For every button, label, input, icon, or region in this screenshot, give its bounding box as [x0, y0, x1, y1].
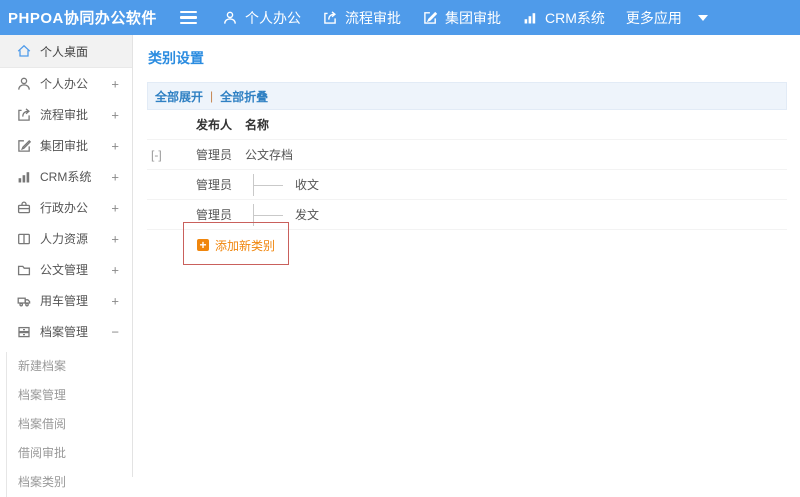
- topbar-nav: 个人办公 流程审批 集团审批 CRM系统 更多应用: [222, 8, 708, 28]
- sidebar-item-personal-office[interactable]: 个人办公 +: [0, 68, 132, 99]
- sidebar-item-label: 用车管理: [40, 294, 89, 308]
- archive-icon: [16, 324, 32, 340]
- nav-label: CRM系统: [545, 9, 605, 26]
- sidebar-item-document-management[interactable]: 公文管理 +: [0, 254, 132, 285]
- submenu-item-new-archive[interactable]: 新建档案: [7, 352, 132, 381]
- nav-label: 流程审批: [345, 9, 401, 26]
- add-category-row: + 添加新类别: [147, 230, 787, 260]
- submenu-item-borrow-approval[interactable]: 借阅审批: [7, 439, 132, 468]
- expand-plus-icon[interactable]: +: [111, 76, 119, 91]
- sidebar-item-human-resources[interactable]: 人力资源 +: [0, 223, 132, 254]
- table-header-row: 发布人 名称: [147, 110, 787, 140]
- publisher-cell: 管理员: [196, 208, 233, 222]
- topbar-nav-group-approval[interactable]: 集团审批: [422, 8, 501, 28]
- publisher-cell: 管理员: [196, 148, 233, 162]
- sidebar: 个人桌面 个人办公 + 流程审批 + 集团审批 + CRM系统 + 行政办公 +…: [0, 35, 133, 497]
- hamburger-menu-icon[interactable]: [180, 10, 197, 25]
- flow-icon: [16, 107, 32, 123]
- edit-icon: [422, 10, 438, 26]
- category-table: 发布人 名称 [-] 管理员 公文存档 管理员 收文 管理员 发文 + 添加新类…: [147, 110, 787, 260]
- topbar-nav-personal-office[interactable]: 个人办公: [222, 8, 301, 28]
- expand-plus-icon[interactable]: +: [111, 138, 119, 153]
- chart-icon: [16, 169, 32, 185]
- sidebar-item-personal-desktop[interactable]: 个人桌面: [0, 35, 132, 68]
- expand-plus-icon[interactable]: +: [111, 262, 119, 277]
- expand-plus-icon[interactable]: +: [111, 231, 119, 246]
- publisher-cell: 管理员: [196, 178, 233, 192]
- book-icon: [16, 231, 32, 247]
- category-name-cell[interactable]: 收文: [295, 176, 319, 193]
- expand-plus-icon[interactable]: +: [111, 107, 119, 122]
- sidebar-item-vehicle-management[interactable]: 用车管理 +: [0, 285, 132, 316]
- tree-branch-line: [245, 200, 287, 230]
- submenu-item-archive-category[interactable]: 档案类别: [7, 468, 132, 497]
- flow-icon: [322, 10, 338, 26]
- collapse-expander[interactable]: [-]: [147, 148, 196, 162]
- add-category-label: 添加新类别: [215, 238, 276, 253]
- publisher-header: 发布人: [196, 118, 233, 132]
- sidebar-item-label: CRM系统: [40, 170, 92, 184]
- sidebar-item-archive-management[interactable]: 档案管理 −: [0, 316, 132, 347]
- briefcase-icon: [16, 200, 32, 216]
- tree-toolbar: 全部展开 | 全部折叠: [147, 82, 787, 110]
- toolbar-separator: |: [210, 89, 214, 103]
- plus-icon: +: [197, 239, 209, 251]
- nav-label: 个人办公: [245, 9, 301, 26]
- truck-icon: [16, 293, 32, 309]
- sidebar-item-label: 流程审批: [40, 108, 89, 122]
- table-row-incoming-doc: 管理员 收文: [147, 170, 787, 200]
- add-category-button[interactable]: + 添加新类别: [197, 237, 275, 254]
- sidebar-item-label: 个人办公: [40, 77, 89, 91]
- topbar-nav-more-apps[interactable]: 更多应用: [626, 8, 708, 28]
- table-row-outgoing-doc: 管理员 发文: [147, 200, 787, 230]
- tree-branch-line: [245, 170, 287, 200]
- edit-icon: [16, 138, 32, 154]
- expand-plus-icon[interactable]: +: [111, 200, 119, 215]
- collapse-all-link[interactable]: 全部折叠: [220, 88, 268, 105]
- caret-down-icon: [697, 14, 708, 21]
- person-icon: [222, 10, 238, 26]
- sidebar-item-label: 个人桌面: [40, 44, 89, 59]
- topbar: PHPOA协同办公软件 个人办公 流程审批 集团审批 CRM系统 更多应用: [0, 0, 800, 35]
- person-icon: [16, 76, 32, 92]
- chart-icon: [522, 10, 538, 26]
- sidebar-item-admin-office[interactable]: 行政办公 +: [0, 192, 132, 223]
- table-row-archive-root: [-] 管理员 公文存档: [147, 140, 787, 170]
- sidebar-item-label: 公文管理: [40, 263, 89, 277]
- category-name-cell[interactable]: 公文存档: [245, 146, 787, 163]
- nav-label: 更多应用: [625, 9, 682, 26]
- topbar-nav-workflow-approval[interactable]: 流程审批: [322, 8, 401, 28]
- page-title: 类别设置: [148, 50, 204, 66]
- sidebar-item-group-approval[interactable]: 集团审批 +: [0, 130, 132, 161]
- expand-minus-icon[interactable]: −: [111, 324, 119, 339]
- app-logo: PHPOA协同办公软件: [8, 10, 157, 27]
- submenu-item-archive-management[interactable]: 档案管理: [7, 381, 132, 410]
- sidebar-item-workflow-approval[interactable]: 流程审批 +: [0, 99, 132, 130]
- expand-plus-icon[interactable]: +: [111, 293, 119, 308]
- sidebar-item-label: 集团审批: [40, 139, 89, 153]
- submenu-item-archive-borrow[interactable]: 档案借阅: [7, 410, 132, 439]
- expand-all-link[interactable]: 全部展开: [155, 88, 203, 105]
- topbar-nav-crm-system[interactable]: CRM系统: [522, 8, 605, 28]
- name-header: 名称: [245, 118, 270, 132]
- folder-icon: [16, 262, 32, 278]
- category-name-cell[interactable]: 发文: [295, 206, 319, 223]
- main-content: 类别设置 全部展开 | 全部折叠 发布人 名称 [-] 管理员 公文存档 管理员…: [134, 35, 800, 260]
- expand-plus-icon[interactable]: +: [111, 169, 119, 184]
- sidebar-item-crm-system[interactable]: CRM系统 +: [0, 161, 132, 192]
- sidebar-item-label: 人力资源: [40, 232, 89, 246]
- sidebar-item-label: 行政办公: [40, 201, 89, 215]
- home-icon: [16, 43, 32, 59]
- nav-label: 集团审批: [445, 9, 501, 26]
- sidebar-submenu-archive: 新建档案 档案管理 档案借阅 借阅审批 档案类别: [6, 352, 132, 497]
- sidebar-item-label: 档案管理: [40, 325, 89, 339]
